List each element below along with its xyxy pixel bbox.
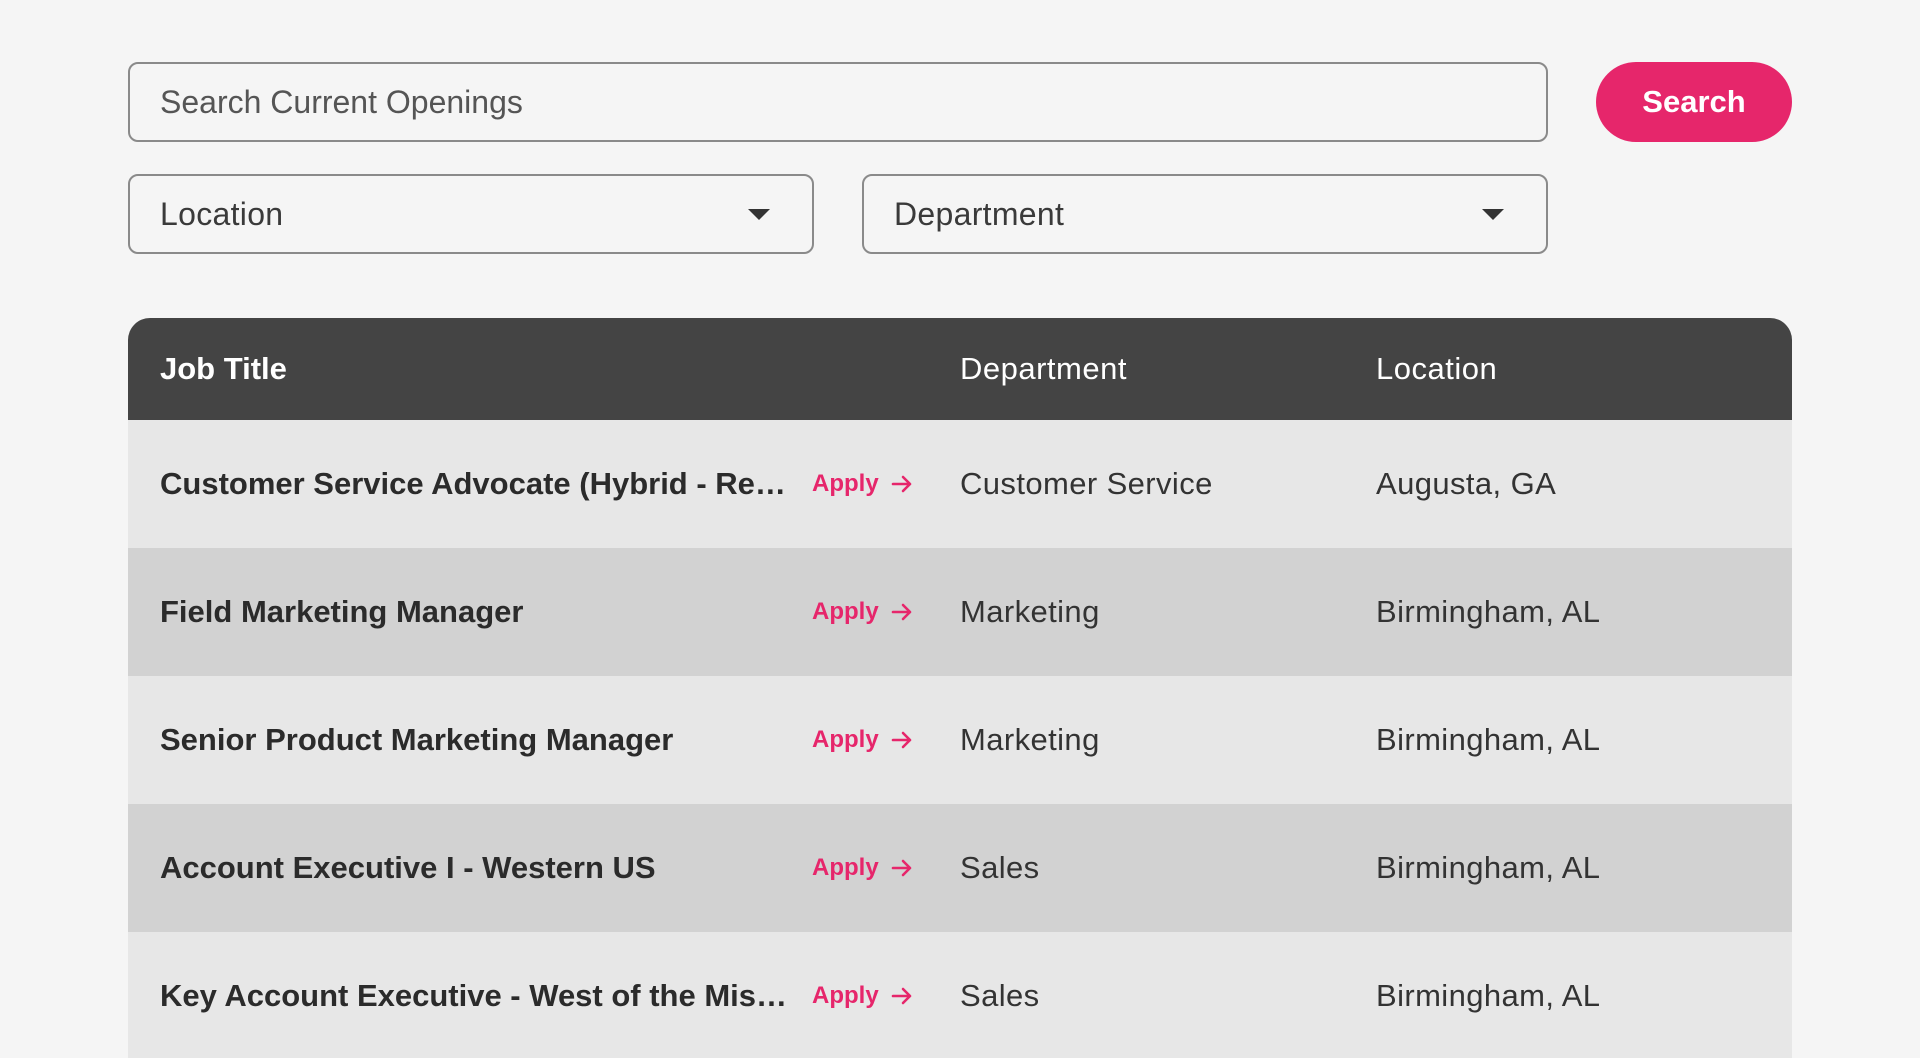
department-cell: Sales xyxy=(960,978,1040,1013)
table-row: Field Marketing Manager Apply Marketing Bir… xyxy=(128,548,1792,676)
arrow-right-icon xyxy=(891,473,913,495)
apply-link[interactable]: Apply xyxy=(812,598,913,626)
location-select-label: Location xyxy=(160,195,284,232)
table-header: Job Title Department Location xyxy=(128,318,1792,420)
filters: Location Department xyxy=(128,174,1548,254)
department-select[interactable]: Department xyxy=(862,174,1548,254)
arrow-right-icon xyxy=(891,985,913,1007)
table-row: Senior Product Marketing Manager Apply Mar… xyxy=(128,676,1792,804)
job-title-link[interactable]: Account Executive I - Western US xyxy=(160,850,812,886)
apply-label: Apply xyxy=(812,726,879,753)
department-cell: Marketing xyxy=(960,722,1100,757)
apply-label: Apply xyxy=(812,470,879,497)
apply-link[interactable]: Apply xyxy=(812,726,913,754)
job-title-link[interactable]: Key Account Executive - West of the Miss… xyxy=(160,978,812,1014)
location-select[interactable]: Location xyxy=(128,174,814,254)
search-bar: Search xyxy=(128,62,1792,142)
apply-label: Apply xyxy=(812,598,879,625)
location-cell: Birmingham, AL xyxy=(1376,594,1601,629)
department-select-label: Department xyxy=(894,195,1065,232)
apply-link[interactable]: Apply xyxy=(812,470,913,498)
table-row: Key Account Executive - West of the Miss… xyxy=(128,932,1792,1058)
apply-label: Apply xyxy=(812,854,879,881)
job-title-cell: Customer Service Advocate (Hybrid - Remo… xyxy=(128,466,960,502)
job-title-link[interactable]: Senior Product Marketing Manager xyxy=(160,722,812,758)
job-title-cell: Key Account Executive - West of the Miss… xyxy=(128,978,960,1014)
job-title-link[interactable]: Field Marketing Manager xyxy=(160,594,812,630)
job-title-cell: Account Executive I - Western US Apply xyxy=(128,850,960,886)
header-department: Department xyxy=(960,351,1127,386)
arrow-right-icon xyxy=(891,601,913,623)
search-input[interactable] xyxy=(128,62,1548,142)
department-cell: Marketing xyxy=(960,594,1100,629)
location-cell: Augusta, GA xyxy=(1376,466,1557,501)
table-body: Customer Service Advocate (Hybrid - Remo… xyxy=(128,420,1792,1058)
header-location: Location xyxy=(1376,351,1498,386)
department-cell: Sales xyxy=(960,850,1040,885)
jobs-table: Job Title Department Location Customer S… xyxy=(128,318,1792,1058)
arrow-right-icon xyxy=(891,729,913,751)
department-cell: Customer Service xyxy=(960,466,1213,501)
location-cell: Birmingham, AL xyxy=(1376,850,1601,885)
header-job-title: Job Title xyxy=(160,351,287,386)
apply-link[interactable]: Apply xyxy=(812,854,913,882)
table-row: Customer Service Advocate (Hybrid - Remo… xyxy=(128,420,1792,548)
table-row: Account Executive I - Western US Apply Sal… xyxy=(128,804,1792,932)
caret-down-icon xyxy=(748,208,770,220)
search-button[interactable]: Search xyxy=(1596,62,1792,142)
arrow-right-icon xyxy=(891,857,913,879)
job-title-cell: Senior Product Marketing Manager Apply xyxy=(128,722,960,758)
location-cell: Birmingham, AL xyxy=(1376,722,1601,757)
job-title-link[interactable]: Customer Service Advocate (Hybrid - Remo… xyxy=(160,466,812,502)
caret-down-icon xyxy=(1482,208,1504,220)
location-cell: Birmingham, AL xyxy=(1376,978,1601,1013)
job-openings-page: Search Location Department Job Title Dep… xyxy=(0,0,1920,1058)
apply-label: Apply xyxy=(812,982,879,1009)
job-title-cell: Field Marketing Manager Apply xyxy=(128,594,960,630)
apply-link[interactable]: Apply xyxy=(812,982,913,1010)
